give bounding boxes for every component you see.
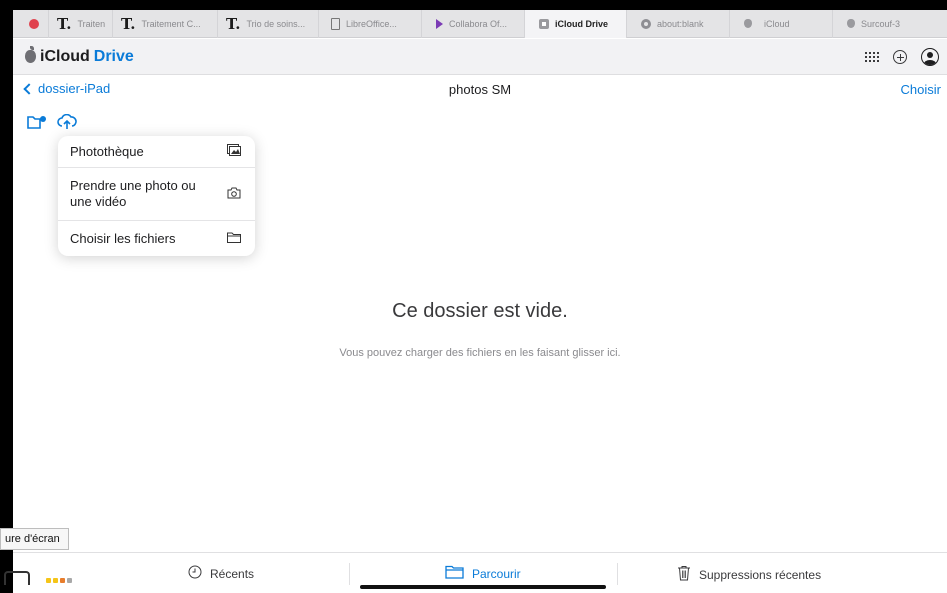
folder-icon [445,565,464,582]
browser-tab-label: about:blank [657,18,704,29]
browser-tab-label: Collabora Of... [449,18,508,29]
t-letter-icon: T. [226,14,241,33]
tab-recents[interactable]: Récents [188,565,254,582]
tab-divider [617,563,618,585]
browser-tab-7[interactable]: iCloud Drive [525,10,627,38]
browser-tab-4[interactable]: T. Trio de soins... [218,10,319,38]
browser-tab-10[interactable]: Surcouf-3 [833,10,947,38]
dock-app-icons [46,578,72,583]
apple-logo-icon [25,46,36,63]
browser-tab-label: LibreOffice... [346,18,397,29]
t-letter-icon: T. [57,14,72,33]
browser-tab-label: Trio de soins... [246,18,306,29]
menu-item-choose-files[interactable]: Choisir les fichiers [58,221,255,256]
browser-tab-label: iCloud [764,18,790,29]
clock-icon [188,565,202,582]
tab-label: Récents [210,566,255,581]
menu-item-label: Prendre une photo ou une vidéo [70,178,196,209]
icloud-drive-logo[interactable]: iCloud Drive [13,46,134,66]
upload-icon[interactable] [57,113,77,129]
screenshot-tooltip: ure d'écran [0,528,69,550]
browser-tab-bar: T. Traiten T. Traitement C... T. Trio de… [13,10,947,38]
header-actions [865,39,939,75]
choose-button[interactable]: Choisir [901,82,941,97]
ipad-screen: T. Traiten T. Traitement C... T. Trio de… [13,10,947,593]
home-indicator [360,585,606,589]
trash-icon [677,565,691,584]
browser-tab-2[interactable]: T. Traiten [49,10,113,38]
tab-recently-deleted[interactable]: Suppressions récentes [677,565,821,584]
brand-prefix: iCloud [40,47,90,65]
new-folder-icon[interactable] [27,115,46,129]
brand-accent: Drive [93,47,134,65]
screenshot-tool-icon[interactable] [4,571,30,585]
tab-label: Suppressions récentes [699,567,822,582]
browser-tab-3[interactable]: T. Traitement C... [113,10,218,38]
browser-tab-9[interactable]: iCloud [730,10,833,38]
browser-tab-5[interactable]: LibreOffice... [319,10,422,38]
photo-library-icon [227,144,241,159]
box-icon [539,18,549,29]
browser-tab-label: iCloud Drive [555,18,609,29]
t-letter-icon: T. [121,14,136,33]
empty-state-subtitle: Vous pouvez charger des fichiers en les … [339,347,621,359]
upload-menu: Photothèque Prendre une photo ou une vid… [58,136,255,256]
folder-nav-bar: dossier-iPad photos SM Choisir [13,76,947,103]
browser-tab-6[interactable]: Collabora Of... [422,10,525,38]
browser-tab-1[interactable] [13,10,49,38]
camera-icon [227,187,241,202]
apple-icon [744,19,752,28]
browser-tab-label: Traitement C... [141,18,201,29]
empty-state-title: Ce dossier est vide. [392,300,568,322]
apple-icon [847,19,855,28]
menu-item-take-photo[interactable]: Prendre une photo ou une vidéo [58,168,255,221]
menu-item-label: Choisir les fichiers [70,230,176,246]
folder-title: photos SM [448,82,512,97]
red-circle-icon [29,18,39,29]
browser-tab-label: Traiten [77,18,106,29]
compass-icon [641,18,651,29]
tab-label: Parcourir [472,566,521,581]
folder-icon [227,231,241,246]
tab-browse[interactable]: Parcourir [445,565,521,582]
app-grid-icon[interactable] [865,52,879,62]
arrow-icon [436,18,443,29]
icloud-header: iCloud Drive [13,39,947,75]
browser-tab-8[interactable]: about:blank [627,10,730,38]
menu-item-label: Photothèque [70,143,144,159]
add-circle-icon[interactable] [893,50,907,64]
document-icon [331,17,340,30]
tab-divider [349,563,350,585]
account-icon[interactable] [921,48,939,66]
folder-toolbar [27,113,77,129]
browser-tab-label: Surcouf-3 [861,18,901,29]
menu-item-photo-library[interactable]: Photothèque [58,136,255,168]
